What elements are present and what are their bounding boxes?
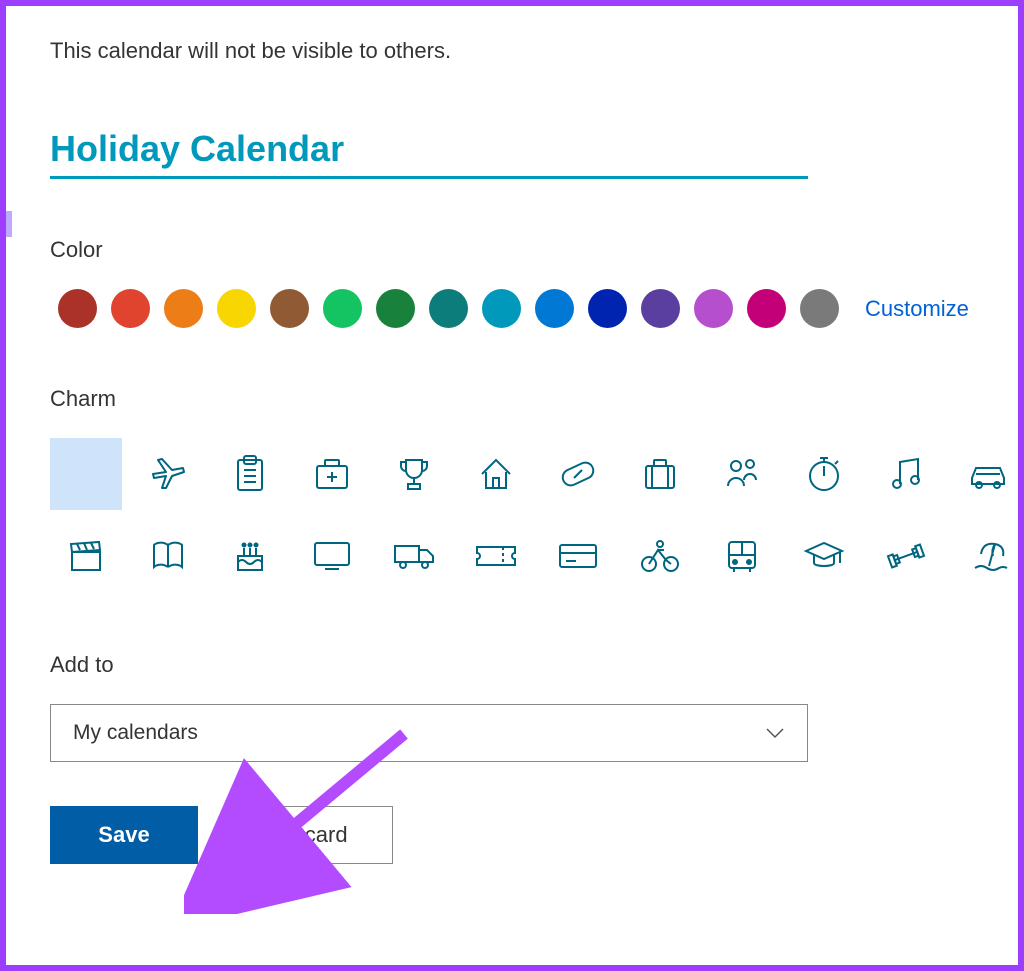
charm-truck[interactable] (378, 520, 450, 592)
add-to-selected-value: My calendars (73, 721, 198, 745)
color-swatch-8[interactable] (482, 289, 521, 328)
charm-bus[interactable] (706, 520, 778, 592)
color-swatch-1[interactable] (111, 289, 150, 328)
pill-icon (556, 458, 600, 490)
visibility-note: This calendar will not be visible to oth… (50, 38, 974, 64)
graduation-icon (802, 539, 846, 573)
charm-birthday[interactable] (214, 520, 286, 592)
charm-trophy[interactable] (378, 438, 450, 510)
monitor-icon (311, 539, 353, 573)
charm-clipboard[interactable] (214, 438, 286, 510)
color-swatch-14[interactable] (800, 289, 839, 328)
charm-airplane[interactable] (132, 438, 204, 510)
bus-icon (722, 537, 762, 575)
color-section-label: Color (50, 237, 974, 263)
trophy-icon (396, 454, 432, 494)
airplane-icon (148, 454, 188, 494)
charm-cycling[interactable] (624, 520, 696, 592)
color-swatch-0[interactable] (58, 289, 97, 328)
charm-section-label: Charm (50, 386, 974, 412)
cycling-icon (638, 538, 682, 574)
color-swatch-9[interactable] (535, 289, 574, 328)
charm-credit-card[interactable] (542, 520, 614, 592)
charm-book[interactable] (132, 520, 204, 592)
color-swatch-6[interactable] (376, 289, 415, 328)
customize-color-link[interactable]: Customize (865, 296, 969, 322)
color-swatch-4[interactable] (270, 289, 309, 328)
charm-beach[interactable] (952, 520, 1024, 592)
charm-monitor[interactable] (296, 520, 368, 592)
side-accent (6, 211, 12, 237)
charm-pill[interactable] (542, 438, 614, 510)
beach-icon (967, 536, 1009, 576)
charm-graduation[interactable] (788, 520, 860, 592)
action-button-row: Save Discard (50, 806, 974, 864)
truck-icon (391, 540, 437, 572)
charm-briefcase[interactable] (624, 438, 696, 510)
color-swatch-13[interactable] (747, 289, 786, 328)
charm-grid (50, 438, 974, 592)
first-aid-icon (312, 454, 352, 494)
color-swatch-3[interactable] (217, 289, 256, 328)
home-icon (476, 454, 516, 494)
ticket-icon (473, 541, 519, 571)
color-swatch-2[interactable] (164, 289, 203, 328)
book-icon (148, 539, 188, 573)
charm-music[interactable] (870, 438, 942, 510)
stopwatch-icon (805, 454, 843, 494)
credit-card-icon (556, 541, 600, 571)
briefcase-icon (640, 454, 680, 494)
discard-button[interactable]: Discard (228, 806, 393, 864)
add-to-label: Add to (50, 652, 974, 678)
color-swatch-12[interactable] (694, 289, 733, 328)
color-swatch-11[interactable] (641, 289, 680, 328)
charm-people[interactable] (706, 438, 778, 510)
music-icon (888, 454, 924, 494)
charm-dumbbell[interactable] (870, 520, 942, 592)
birthday-icon (230, 536, 270, 576)
charm-none[interactable] (50, 438, 122, 510)
color-swatch-5[interactable] (323, 289, 362, 328)
dumbbell-icon (883, 541, 929, 571)
charm-home[interactable] (460, 438, 532, 510)
color-swatch-row: Customize (58, 289, 974, 328)
car-icon (966, 458, 1010, 490)
save-button[interactable]: Save (50, 806, 198, 864)
chevron-down-icon (765, 727, 785, 739)
color-swatch-10[interactable] (588, 289, 627, 328)
charm-ticket[interactable] (460, 520, 532, 592)
people-icon (722, 454, 762, 494)
charm-clapperboard[interactable] (50, 520, 122, 592)
color-swatch-7[interactable] (429, 289, 468, 328)
clipboard-icon (232, 454, 268, 494)
clapperboard-icon (66, 538, 106, 574)
charm-car[interactable] (952, 438, 1024, 510)
charm-stopwatch[interactable] (788, 438, 860, 510)
add-to-select[interactable]: My calendars (50, 704, 808, 762)
charm-first-aid[interactable] (296, 438, 368, 510)
calendar-name-input[interactable] (50, 128, 808, 179)
